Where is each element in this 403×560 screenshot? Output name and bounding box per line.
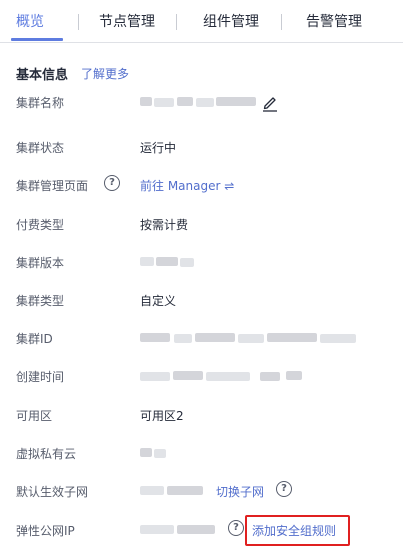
vpc-label: 虚拟私有云: [16, 447, 77, 461]
basic-info-title: 基本信息: [16, 68, 69, 83]
cluster-type-value: 自定义: [140, 294, 177, 308]
tab-bar: 概览 节点管理 组件管理 告警管理: [0, 0, 403, 43]
tab-divider: [78, 14, 79, 30]
active-tab-indicator: [11, 38, 63, 41]
cluster-version-label: 集群版本: [16, 256, 65, 270]
tab-divider: [176, 14, 177, 30]
cluster-name-label: 集群名称: [16, 96, 65, 110]
cluster-status-label: 集群状态: [16, 141, 65, 155]
cluster-status-value: 运行中: [140, 141, 177, 155]
billing-type-label: 付费类型: [16, 218, 65, 232]
billing-type-value: 按需计费: [140, 218, 189, 232]
cluster-id-label: 集群ID: [16, 332, 53, 346]
learn-more-link[interactable]: 了解更多: [81, 65, 129, 82]
goto-manager-link[interactable]: 前往 Manager ⇌: [140, 177, 234, 194]
cluster-type-label: 集群类型: [16, 294, 65, 308]
switch-subnet-link[interactable]: 切换子网: [216, 483, 264, 500]
eip-label: 弹性公网IP: [16, 524, 75, 538]
tab-node-management[interactable]: 节点管理: [99, 11, 155, 31]
availability-zone-label: 可用区: [16, 409, 53, 423]
tab-component-management[interactable]: 组件管理: [203, 11, 259, 31]
availability-zone-value: 可用区2: [140, 409, 184, 423]
tab-alarm-management[interactable]: 告警管理: [306, 11, 362, 31]
help-icon[interactable]: ?: [276, 481, 292, 497]
tab-overview[interactable]: 概览: [16, 11, 44, 31]
help-icon[interactable]: ?: [104, 175, 120, 191]
cluster-manage-page-label: 集群管理页面: [16, 179, 89, 193]
add-security-group-rule-link[interactable]: 添加安全组规则: [252, 522, 336, 539]
help-icon[interactable]: ?: [228, 520, 244, 536]
tab-divider: [281, 14, 282, 30]
create-time-label: 创建时间: [16, 370, 65, 384]
edit-pencil-icon[interactable]: [262, 94, 278, 112]
default-subnet-label: 默认生效子网: [16, 485, 89, 499]
